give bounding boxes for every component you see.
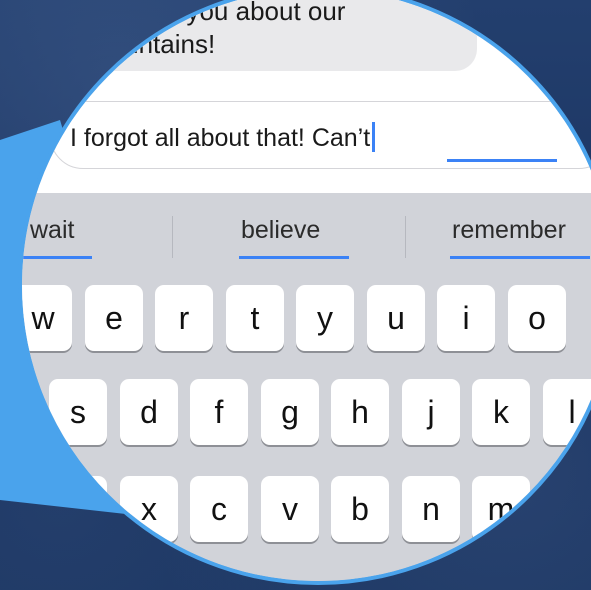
key-t[interactable]: t bbox=[226, 285, 284, 351]
message-line-2: mountains! bbox=[88, 29, 216, 59]
key-w[interactable]: w bbox=[22, 285, 72, 351]
suggestion-remember[interactable]: remember bbox=[452, 216, 566, 245]
key-y[interactable]: y bbox=[296, 285, 354, 351]
received-message-text: tell you about our mountains! bbox=[88, 0, 468, 61]
key-f[interactable]: f bbox=[190, 379, 248, 445]
suggestion-underline bbox=[22, 256, 92, 259]
suggestion-divider bbox=[405, 216, 406, 258]
input-underline bbox=[447, 159, 557, 162]
suggestion-wait[interactable]: wait bbox=[30, 216, 74, 245]
key-v[interactable]: v bbox=[261, 476, 319, 542]
key-g[interactable]: g bbox=[261, 379, 319, 445]
suggestion-divider bbox=[172, 216, 173, 258]
key-n[interactable]: n bbox=[402, 476, 460, 542]
key-z[interactable]: z bbox=[49, 476, 107, 542]
key-m[interactable]: m bbox=[472, 476, 530, 542]
key-b[interactable]: b bbox=[331, 476, 389, 542]
key-k[interactable]: k bbox=[472, 379, 530, 445]
key-i[interactable]: i bbox=[437, 285, 495, 351]
key-h[interactable]: h bbox=[331, 379, 389, 445]
key-l[interactable]: l bbox=[543, 379, 591, 445]
key-e[interactable]: e bbox=[85, 285, 143, 351]
input-value: I forgot all about that! Can’t bbox=[70, 124, 371, 152]
key-x[interactable]: x bbox=[120, 476, 178, 542]
key-u[interactable]: u bbox=[367, 285, 425, 351]
key-j[interactable]: j bbox=[402, 379, 460, 445]
key-d[interactable]: d bbox=[120, 379, 178, 445]
text-cursor bbox=[372, 122, 376, 152]
magnifier-lens: tell you about our mountains! I forgot a… bbox=[18, 0, 591, 585]
key-r[interactable]: r bbox=[155, 285, 213, 351]
suggestion-underline bbox=[450, 256, 590, 259]
key-o[interactable]: o bbox=[508, 285, 566, 351]
key-c[interactable]: c bbox=[190, 476, 248, 542]
key-s[interactable]: s bbox=[49, 379, 107, 445]
suggestion-believe[interactable]: believe bbox=[241, 216, 320, 245]
message-input-text: I forgot all about that! Can’t bbox=[70, 122, 376, 153]
message-line-1: tell you about our bbox=[146, 0, 346, 26]
chat-area: tell you about our mountains! I forgot a… bbox=[22, 0, 591, 193]
suggestion-underline bbox=[239, 256, 349, 259]
